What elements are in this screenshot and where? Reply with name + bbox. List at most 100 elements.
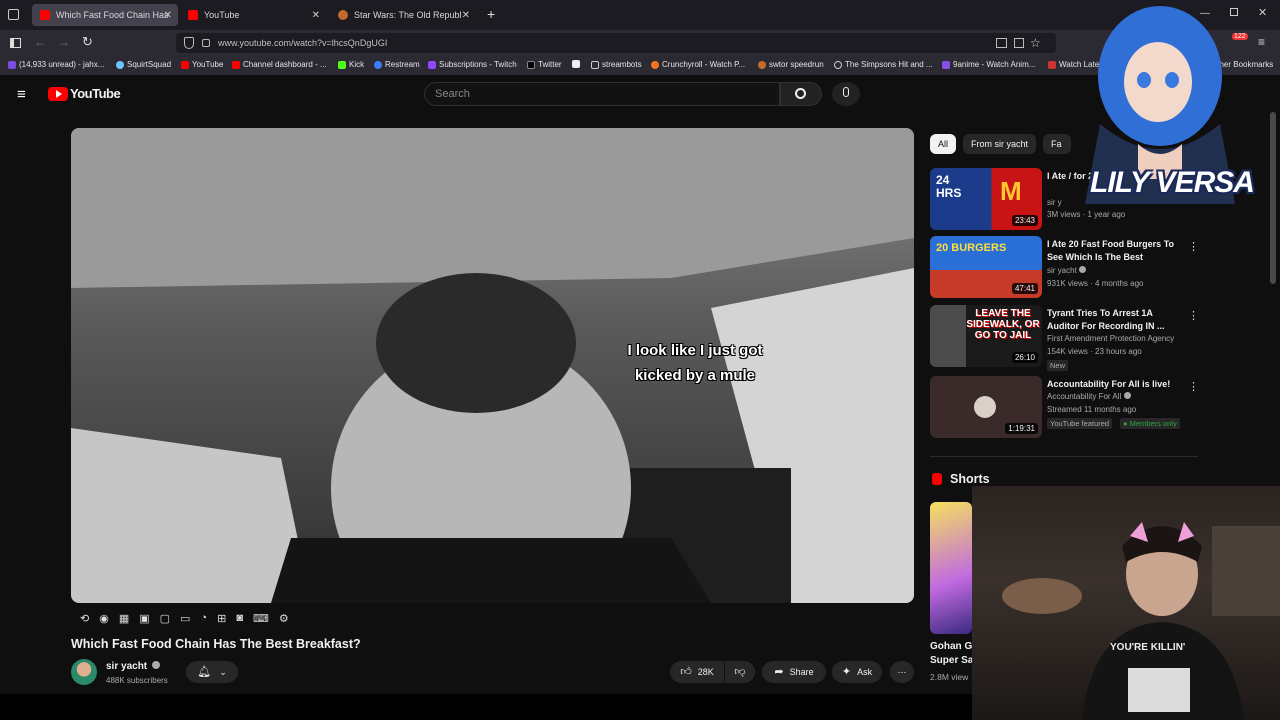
- chip-from-channel[interactable]: From sir yacht: [963, 134, 1037, 154]
- bookmark-mail[interactable]: (14,933 unread) - jahx...: [8, 60, 104, 69]
- channel-name[interactable]: sir yacht: [106, 661, 160, 672]
- search-input[interactable]: Search: [424, 82, 780, 106]
- bookmark-squirtsquad[interactable]: SquirtSquad: [116, 60, 171, 69]
- bookmark-crunchyroll[interactable]: Crunchyroll - Watch P...: [651, 60, 745, 69]
- forward-arrow-icon[interactable]: →: [58, 35, 70, 49]
- menu-hamburger-icon[interactable]: ≡: [1258, 35, 1265, 49]
- close-window-icon[interactable]: ✕: [1258, 6, 1267, 19]
- settings-gear-icon[interactable]: ⚙: [279, 612, 289, 628]
- tab-youtube[interactable]: YouTube ✕: [180, 4, 326, 26]
- youtube-favicon-icon: [188, 10, 198, 20]
- more-vertical-icon[interactable]: ⋮: [1188, 240, 1199, 253]
- bookmark-9anime[interactable]: 9anime - Watch Anim...: [942, 60, 1035, 69]
- new-tab-button[interactable]: +: [487, 6, 495, 22]
- golden-arches-icon: M: [1000, 176, 1022, 206]
- speed-icon[interactable]: ◔: [200, 612, 207, 628]
- bookmark-star-icon[interactable]: ☆: [1030, 33, 1041, 53]
- shorts-icon: [932, 473, 942, 485]
- bookmark-amazon[interactable]: [572, 60, 583, 68]
- loop-icon[interactable]: ⟲: [80, 612, 89, 628]
- more-vertical-icon[interactable]: ⋮: [1188, 380, 1199, 393]
- bookmark-restream[interactable]: Restream: [374, 60, 420, 69]
- clapperboard-icon[interactable]: ▣: [139, 612, 149, 628]
- share-button[interactable]: ➦ Share: [762, 661, 826, 683]
- video-player[interactable]: I look like I just got kicked by a mule: [71, 128, 914, 603]
- reader-view-icon[interactable]: [1014, 38, 1024, 48]
- lock-icon[interactable]: [202, 39, 210, 47]
- video-thumbnail[interactable]: 20 BURGERS 47:41: [930, 236, 1042, 298]
- ask-button[interactable]: ✦ Ask: [832, 661, 882, 683]
- dislike-button[interactable]: 👎︎: [725, 661, 755, 683]
- bookmark-streambots[interactable]: streambots: [591, 60, 642, 69]
- recommendation-card[interactable]: 20 BURGERS 47:41 I Ate 20 Fast Food Burg…: [930, 236, 1199, 298]
- back-arrow-icon[interactable]: ←: [34, 35, 46, 49]
- tab-list-icon[interactable]: [8, 9, 19, 20]
- close-tab-icon[interactable]: ✕: [462, 10, 470, 21]
- cinema-icon[interactable]: ▦: [119, 612, 129, 628]
- audio-icon[interactable]: ◉: [99, 612, 109, 628]
- verified-check-icon: [151, 661, 160, 669]
- sparkle-icon: ✦: [841, 666, 852, 678]
- webcam-overlay: YOU'RE KILLIN': [972, 486, 1280, 720]
- miniplayer-icon[interactable]: ▭: [180, 612, 190, 628]
- short-views: 2.8M view: [930, 672, 969, 682]
- bookmark-label: Kick: [349, 60, 365, 69]
- youtube-logo[interactable]: YouTube: [48, 86, 121, 101]
- bookmark-youtube[interactable]: YouTube: [181, 60, 223, 69]
- page-scrollbar[interactable]: [1270, 112, 1276, 284]
- globe-icon: [834, 60, 842, 69]
- swtor-favicon-icon: [338, 10, 348, 20]
- tab-star-wars[interactable]: Star Wars: The Old Republic - S ✕: [330, 4, 476, 26]
- bookmark-swtor[interactable]: swtor speedrun: [758, 60, 824, 69]
- tab-which-fast-food[interactable]: Which Fast Food Chain Has ✕: [32, 4, 178, 26]
- window-icon[interactable]: ▢: [160, 612, 170, 628]
- channel-name: sir yacht: [1047, 266, 1087, 275]
- bookmark-label: The Simpsons Hit and ...: [845, 60, 933, 69]
- guide-menu-icon[interactable]: ≡: [17, 86, 26, 103]
- video-title: Which Fast Food Chain Has The Best Break…: [71, 637, 361, 651]
- members-only-label: Members only: [1129, 419, 1177, 428]
- search-icon: [795, 88, 806, 99]
- notification-bell-button[interactable]: 🔔︎ ⌄: [186, 661, 238, 683]
- bookmark-label: streambots: [602, 60, 642, 69]
- sidebar-toggle-icon[interactable]: [10, 38, 21, 48]
- youtube-play-icon: [48, 86, 68, 101]
- bookmark-channel-dashboard[interactable]: Channel dashboard - ...: [232, 60, 327, 69]
- short-thumbnail[interactable]: [930, 502, 972, 634]
- video-thumbnail[interactable]: 24 HRS M 23:43: [930, 168, 1042, 230]
- add-icon[interactable]: ⊞: [217, 612, 226, 628]
- more-vertical-icon[interactable]: ⋮: [1188, 309, 1199, 322]
- shield-icon[interactable]: [184, 37, 194, 49]
- video-thumbnail[interactable]: 1:19:31: [930, 376, 1042, 438]
- restream-icon: [374, 60, 382, 69]
- chip-all[interactable]: All: [930, 134, 957, 154]
- recommendation-card[interactable]: 1:19:31 Accountability For All is live! …: [930, 376, 1199, 438]
- bookmark-label: SquirtSquad: [127, 60, 172, 69]
- close-tab-icon[interactable]: ✕: [312, 10, 320, 21]
- bookmark-simpsons[interactable]: The Simpsons Hit and ...: [834, 60, 933, 69]
- shirt-text: YOU'RE KILLIN': [1110, 642, 1186, 653]
- channel-avatar[interactable]: [71, 659, 97, 685]
- chip-third[interactable]: Fa: [1043, 134, 1071, 154]
- keyboard-icon[interactable]: ⌨: [253, 612, 269, 628]
- channel-name: sir y: [1047, 198, 1062, 207]
- screenshot-icon[interactable]: [996, 38, 1007, 48]
- bookmark-label: YouTube: [192, 60, 224, 69]
- address-bar[interactable]: www.youtube.com/watch?v=lhcsQnDgUGI ☆: [176, 33, 1056, 53]
- crunchyroll-icon: [651, 60, 659, 69]
- voice-search-button[interactable]: [832, 82, 860, 106]
- camera-icon[interactable]: ◙: [236, 612, 243, 628]
- reload-icon[interactable]: ↻: [82, 34, 93, 50]
- more-actions-button[interactable]: ⋯: [890, 661, 914, 683]
- ask-label: Ask: [857, 667, 873, 677]
- bookmark-kick[interactable]: Kick: [338, 60, 364, 69]
- recommendation-card[interactable]: LEAVE THE SIDEWALK, OR GO TO JAIL 26:10 …: [930, 305, 1199, 371]
- video-thumbnail[interactable]: LEAVE THE SIDEWALK, OR GO TO JAIL 26:10: [930, 305, 1042, 367]
- like-button[interactable]: 👍︎ 28K: [670, 661, 724, 683]
- bookmark-label: Crunchyroll - Watch P...: [662, 60, 746, 69]
- search-button[interactable]: [780, 82, 822, 106]
- vtuber-avatar-overlay: LILY VERSA: [1070, 4, 1255, 204]
- close-tab-icon[interactable]: ✕: [164, 10, 172, 21]
- bookmark-twitch[interactable]: Subscriptions - Twitch: [428, 60, 517, 69]
- bookmark-twitter[interactable]: Twitter: [527, 60, 562, 69]
